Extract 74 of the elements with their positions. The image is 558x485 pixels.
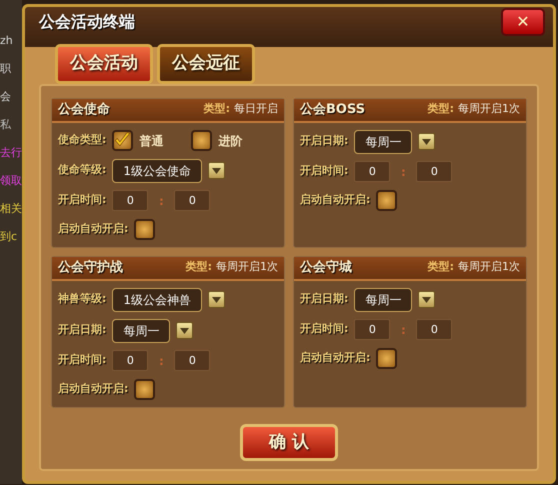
option-label: 进阶 — [218, 132, 242, 150]
field-label: 使命等级: — [58, 162, 106, 178]
close-button[interactable]: ✕ — [501, 8, 545, 36]
field-label: 开启日期: — [300, 133, 348, 150]
caret-icon — [422, 138, 432, 144]
background-text: 到c — [0, 230, 18, 244]
tab[interactable]: 公会活动 — [55, 44, 153, 84]
field-label: 开启日期: — [300, 291, 348, 308]
time-separator: : — [158, 192, 165, 210]
checkbox[interactable] — [376, 348, 398, 369]
checkbox[interactable] — [134, 219, 156, 240]
type-value: 每周开启1次 — [458, 259, 520, 276]
field-label: 开启时间: — [300, 321, 348, 338]
background-text: 私 — [0, 118, 12, 132]
dropdown-button[interactable] — [208, 162, 226, 179]
type-label: 类型: — [186, 259, 212, 276]
section-title: 公会守城 — [300, 258, 352, 277]
field-label: 启动自动开启: — [300, 350, 370, 366]
time-separator: : — [400, 164, 407, 180]
dropdown-field[interactable]: 1级公会神兽 — [112, 288, 202, 312]
background-text: 会 — [0, 90, 12, 104]
field-label: 启动自动开启: — [300, 192, 370, 208]
dropdown-button[interactable] — [208, 291, 226, 308]
type-label: 类型: — [428, 101, 454, 118]
dropdown-field[interactable]: 1级公会使命 — [112, 158, 202, 182]
field-label: 开启时间: — [58, 192, 106, 208]
option-label: 普通 — [139, 132, 164, 150]
field-label: 开启日期: — [58, 322, 106, 338]
hour-field[interactable]: 0 — [112, 350, 148, 371]
type-value: 每日开启 — [234, 101, 278, 118]
time-separator: : — [158, 352, 165, 370]
checkbox[interactable] — [112, 130, 134, 151]
background-text: 领取 — [0, 174, 22, 188]
checkbox[interactable] — [191, 130, 212, 151]
background-text: zh — [0, 34, 14, 48]
caret-icon — [422, 296, 432, 302]
type-label: 类型: — [428, 259, 454, 276]
hour-field[interactable]: 0 — [354, 319, 390, 340]
background-text: 相关 — [0, 202, 22, 216]
field-label: 启动自动开启: — [58, 221, 128, 238]
dropdown-button[interactable] — [418, 133, 436, 150]
window-title: 公会活动终端 — [39, 10, 135, 32]
field-label: 开启时间: — [58, 352, 106, 368]
caret-icon — [180, 328, 190, 334]
dropdown-field[interactable]: 每周一 — [354, 288, 412, 312]
tab[interactable]: 公会远征 — [157, 44, 255, 84]
dropdown-button[interactable] — [418, 291, 436, 308]
field-label: 使命类型: — [58, 132, 106, 148]
type-label: 类型: — [204, 101, 230, 118]
minute-field[interactable]: 0 — [174, 350, 210, 371]
type-value: 每周开启1次 — [458, 101, 520, 118]
section-title: 公会BOSS — [300, 100, 366, 119]
field-label: 开启时间: — [300, 163, 348, 180]
minute-field[interactable]: 0 — [416, 161, 452, 182]
section-title: 公会使命 — [58, 100, 110, 119]
type-value: 每周开启1次 — [216, 259, 278, 276]
dropdown-button[interactable] — [176, 322, 194, 339]
dropdown-field[interactable]: 每周一 — [112, 318, 170, 342]
caret-icon — [212, 168, 222, 174]
checkbox[interactable] — [134, 379, 156, 400]
dropdown-field[interactable]: 每周一 — [354, 130, 412, 154]
minute-field[interactable]: 0 — [416, 319, 452, 340]
field-label: 启动自动开启: — [58, 381, 128, 398]
hour-field[interactable]: 0 — [112, 190, 148, 211]
section-title: 公会守护战 — [58, 258, 123, 277]
hour-field[interactable]: 0 — [354, 161, 390, 182]
time-separator: : — [400, 322, 407, 338]
confirm-button[interactable]: 确 认 — [240, 424, 338, 461]
minute-field[interactable]: 0 — [174, 190, 210, 211]
field-label: 神兽等级: — [58, 291, 106, 308]
background-text: 职 — [0, 62, 12, 76]
checkbox[interactable] — [376, 190, 398, 211]
caret-icon — [212, 296, 222, 302]
background-text: 去行 — [0, 146, 22, 160]
